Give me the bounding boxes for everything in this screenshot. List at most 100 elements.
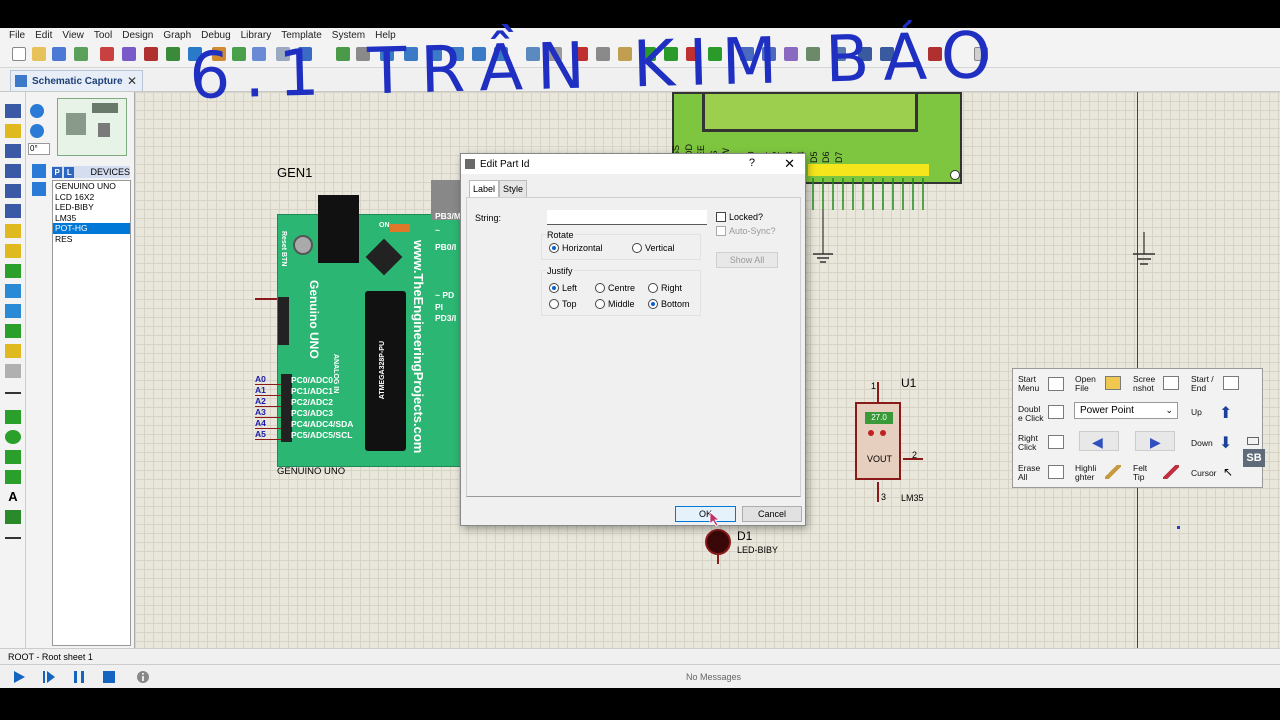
library-manager-button[interactable]: L	[64, 166, 75, 178]
erase-all-label[interactable]: Erase All	[1018, 464, 1042, 482]
open-folder-icon[interactable]	[32, 47, 46, 61]
felt-tip-label[interactable]: Felt Tip	[1133, 464, 1155, 482]
device-item[interactable]: LCD 16X2	[53, 192, 130, 203]
home-icon[interactable]	[100, 47, 114, 61]
instrument-icon[interactable]	[5, 364, 21, 378]
library-icon[interactable]	[122, 47, 136, 61]
d1-led[interactable]	[705, 529, 731, 555]
menu-design[interactable]: Design	[122, 30, 153, 41]
centre-radio[interactable]	[595, 283, 605, 293]
tab-close-icon[interactable]: ✕	[127, 74, 137, 88]
up-arrow-icon[interactable]: ⬆	[1219, 403, 1232, 423]
text-icon[interactable]: A	[5, 490, 21, 504]
rotate-ccw-icon[interactable]	[30, 124, 44, 138]
rotate-cw-icon[interactable]	[30, 104, 44, 118]
dialog-close-button[interactable]: ✕	[784, 156, 795, 172]
open-file-label[interactable]: Open File	[1075, 375, 1103, 393]
cursor-label[interactable]: Cursor	[1191, 469, 1217, 478]
menu-file[interactable]: File	[9, 30, 25, 41]
pause-icon[interactable]	[72, 670, 86, 684]
selection-mode-icon[interactable]	[5, 104, 21, 118]
device-item-selected[interactable]: POT-HG	[53, 223, 130, 234]
marker-icon[interactable]	[5, 537, 21, 539]
down-label[interactable]: Down	[1191, 439, 1213, 448]
save-icon[interactable]	[52, 47, 66, 61]
lm35-sensor[interactable]: 27.0 VOUT	[855, 402, 901, 480]
ok-button[interactable]: OK	[675, 506, 736, 522]
right-click-icon[interactable]	[1048, 435, 1064, 449]
sb-button[interactable]: SB	[1243, 449, 1265, 467]
stop-icon[interactable]	[102, 670, 116, 684]
junction-icon[interactable]	[5, 144, 21, 158]
component-mode-icon[interactable]	[5, 124, 21, 138]
tab-label[interactable]: Label	[469, 180, 500, 197]
info-icon[interactable]	[136, 670, 150, 684]
start-menu-icon[interactable]	[1048, 377, 1064, 391]
next-slide-button[interactable]: ▶	[1135, 431, 1175, 451]
text-script-icon[interactable]	[5, 184, 21, 198]
line-icon[interactable]	[5, 392, 21, 394]
graph-icon[interactable]	[5, 284, 21, 298]
mirror-h-icon[interactable]	[32, 164, 46, 178]
show-all-button[interactable]: Show All	[716, 252, 778, 268]
bottom-radio[interactable]	[648, 299, 658, 309]
auto-sync-checkbox[interactable]	[716, 226, 726, 236]
new-file-icon[interactable]	[12, 47, 26, 61]
middle-radio[interactable]	[595, 299, 605, 309]
symbol-icon[interactable]	[5, 510, 21, 524]
cancel-button[interactable]: Cancel	[742, 506, 802, 522]
wire-label-icon[interactable]	[5, 164, 21, 178]
string-input[interactable]	[547, 210, 707, 225]
left-radio[interactable]	[549, 283, 559, 293]
start-end-label[interactable]: Start / End	[1191, 375, 1219, 393]
device-item[interactable]: GENUINO UNO	[53, 181, 130, 192]
locked-checkbox[interactable]	[716, 212, 726, 222]
double-click-label[interactable]: Doubl e Click	[1018, 405, 1046, 423]
eraser-icon[interactable]	[1048, 465, 1064, 479]
device-item[interactable]: LED-BIBY	[53, 202, 130, 213]
arc-icon[interactable]	[5, 450, 21, 464]
record-icon[interactable]	[1223, 376, 1239, 390]
overview-window[interactable]	[57, 98, 127, 156]
back-icon[interactable]	[166, 47, 180, 61]
menu-tool[interactable]: Tool	[94, 30, 112, 41]
down-arrow-icon[interactable]: ⬇	[1219, 433, 1232, 453]
chip-icon[interactable]	[144, 47, 158, 61]
menu-edit[interactable]: Edit	[35, 30, 52, 41]
prev-slide-button[interactable]: ◀	[1079, 431, 1119, 451]
right-click-label[interactable]: Right Click	[1018, 434, 1042, 452]
up-label[interactable]: Up	[1191, 408, 1202, 417]
minimize-icon[interactable]	[1247, 437, 1259, 445]
generator-icon[interactable]	[5, 324, 21, 338]
tab-schematic-capture[interactable]: Schematic Capture ✕	[10, 70, 143, 91]
folder-icon[interactable]	[1105, 376, 1121, 390]
rotation-field[interactable]: 0°	[28, 143, 50, 155]
step-icon[interactable]	[42, 670, 56, 684]
mirror-v-icon[interactable]	[32, 182, 46, 196]
tab-style[interactable]: Style	[499, 180, 528, 197]
menu-view[interactable]: View	[62, 30, 84, 41]
felt-tip-icon[interactable]	[1163, 465, 1179, 479]
import-icon[interactable]	[74, 47, 88, 61]
right-radio[interactable]	[648, 283, 658, 293]
double-click-icon[interactable]	[1048, 405, 1064, 419]
cursor-icon[interactable]: ↖	[1223, 465, 1233, 479]
pick-devices-button[interactable]: P	[52, 166, 63, 178]
highlighter-label[interactable]: Highli ghter	[1075, 464, 1103, 482]
device-item[interactable]: RES	[53, 234, 130, 245]
tape-icon[interactable]	[5, 304, 21, 318]
start-menu-label[interactable]: Start Menu	[1018, 375, 1044, 393]
probe-icon[interactable]	[5, 344, 21, 358]
box-icon[interactable]	[5, 410, 21, 424]
terminal-icon[interactable]	[5, 244, 21, 258]
dialog-help-button[interactable]: ?	[749, 157, 755, 169]
power-point-select[interactable]: Power Point ⌄	[1074, 402, 1178, 419]
top-radio[interactable]	[549, 299, 559, 309]
subcircuit-icon[interactable]	[5, 224, 21, 238]
device-item[interactable]: LM35	[53, 213, 130, 224]
screenshot-label[interactable]: Scree nshot	[1133, 375, 1161, 393]
circle-icon[interactable]	[5, 430, 21, 444]
screenshot-icon[interactable]	[1163, 376, 1179, 390]
horizontal-radio[interactable]	[549, 243, 559, 253]
path-icon[interactable]	[5, 470, 21, 484]
